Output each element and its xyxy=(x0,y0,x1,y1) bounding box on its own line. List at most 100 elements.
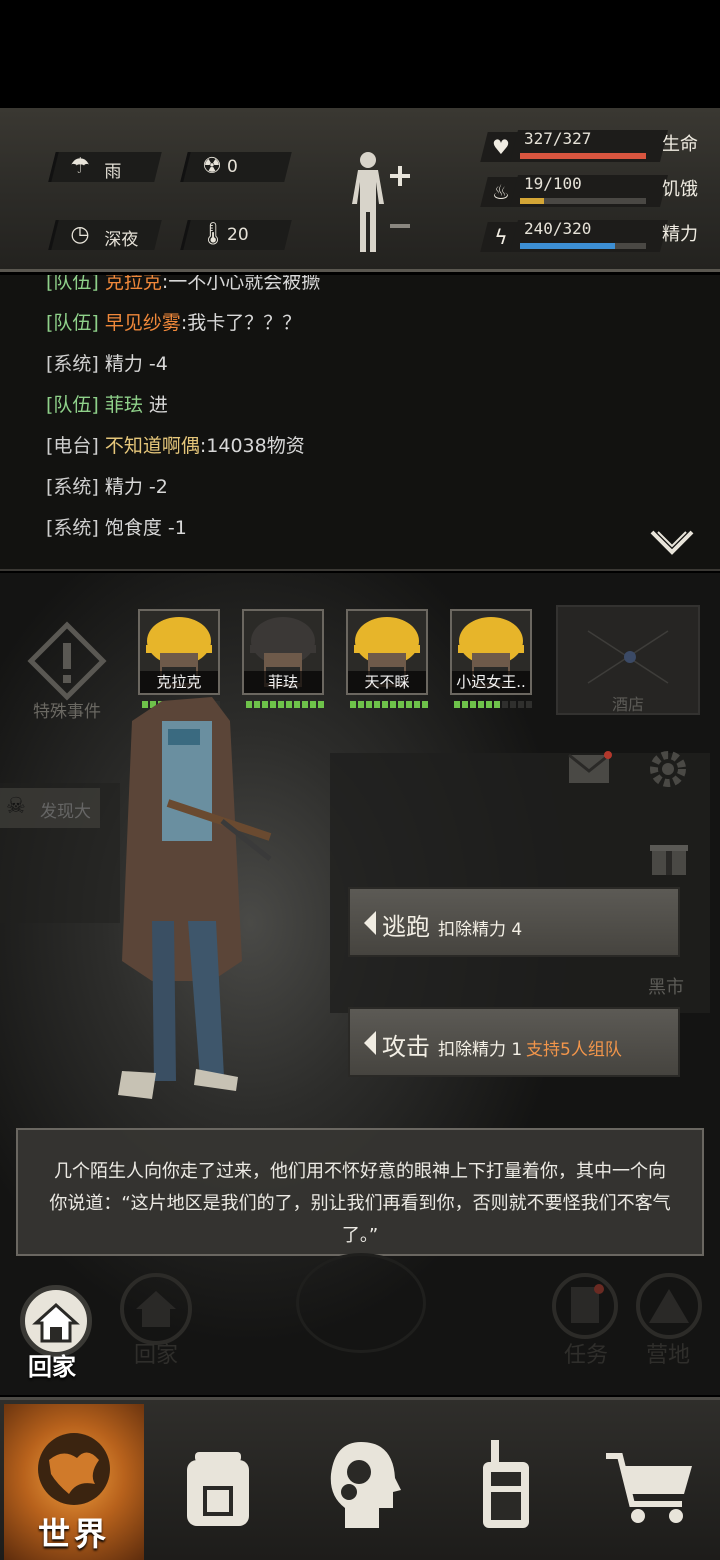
hp-segment xyxy=(318,701,324,708)
chat-channel: [系统] xyxy=(46,517,99,539)
task-label: 任务 xyxy=(564,1343,609,1368)
task-button[interactable] xyxy=(552,1273,618,1339)
stat-label: 精力 xyxy=(662,224,698,245)
hp-segment xyxy=(470,701,476,708)
hp-segment xyxy=(382,701,388,708)
rain-cloud-icon: ☂ xyxy=(70,154,90,179)
chat-sender[interactable]: 早见纱雾 xyxy=(105,312,181,334)
hp-segment xyxy=(398,701,404,708)
hp-segment xyxy=(310,701,316,708)
home-secondary-label: 回家 xyxy=(134,1343,179,1368)
event-description: 几个陌生人向你走了过来，他们用不怀好意的眼神上下打量着你，其中一个向你说道：“这… xyxy=(16,1128,704,1256)
time-indicator: ◷ 深夜 xyxy=(48,220,162,250)
member-hp-bar xyxy=(350,701,428,708)
attack-button[interactable]: 攻击 扣除精力 1 支持5人组队 xyxy=(348,1007,680,1077)
chat-message: 精力 -2 xyxy=(104,476,168,498)
stat-label: 生命 xyxy=(662,134,698,155)
member-name: 小迟女王.. xyxy=(452,671,530,693)
chat-line: [队伍] 克拉克:一不小心就会被撅 xyxy=(46,275,320,294)
human-body-icon xyxy=(352,152,410,252)
tab-shop[interactable] xyxy=(580,1404,720,1560)
status-panel: ☂ 雨 ☢ 0 ◷ 深夜 🌡 20 ♥ 327/327 生命 ♨ 19/100 xyxy=(0,108,720,272)
chat-line: [系统] 饱食度 -1 xyxy=(46,513,187,540)
gift-button[interactable] xyxy=(648,835,690,877)
chat-line: [队伍] 早见纱雾:我卡了？？？ xyxy=(46,308,301,335)
stat-row: ♥ 327/327 生命 xyxy=(480,128,720,168)
chat-message: 进 xyxy=(142,394,168,416)
member-portrait: 天不睬 xyxy=(346,609,428,695)
home-secondary-button[interactable] xyxy=(120,1273,192,1345)
stat-value: 240/320 xyxy=(524,219,592,238)
tab-inventory[interactable] xyxy=(148,1404,288,1560)
weather-value: 雨 xyxy=(104,162,122,182)
chat-expand-button[interactable] xyxy=(648,526,696,562)
chat-line: [系统] 精力 -4 xyxy=(46,349,168,376)
stat-bar-fill xyxy=(520,243,615,249)
settings-button[interactable] xyxy=(644,745,692,793)
stat-bar-fill xyxy=(520,153,646,159)
skull-icon: ☠ xyxy=(6,794,26,819)
chat-line: [电台] 不知道啊偶:14038物资 xyxy=(46,431,305,458)
action-cost: 扣除精力 1 xyxy=(438,1040,523,1060)
flee-button[interactable]: 逃跑 扣除精力 4 xyxy=(348,887,680,957)
chat-message: :14038物资 xyxy=(199,435,305,457)
chat-sender[interactable]: 克拉克 xyxy=(105,275,162,293)
black-market-label[interactable]: 黑市 xyxy=(648,973,684,999)
stat-value: 19/100 xyxy=(524,174,582,193)
scroll-icon xyxy=(571,1284,604,1323)
action-note: 支持5人组队 xyxy=(526,1040,622,1060)
chat-channel: [队伍] xyxy=(46,275,99,293)
tavern-button[interactable]: 酒店 xyxy=(556,605,700,715)
team-member[interactable]: 小迟女王.. xyxy=(450,609,532,709)
chat-line: [队伍] 菲珐 进 xyxy=(46,390,168,417)
discover-banner[interactable]: ☠ 发现大 xyxy=(0,788,100,828)
hp-segment xyxy=(510,701,516,708)
hp-segment xyxy=(518,701,524,708)
gift-icon xyxy=(650,845,688,875)
tab-world[interactable]: 世界 xyxy=(4,1404,144,1560)
chat-channel: [系统] xyxy=(46,476,99,498)
hp-segment xyxy=(502,701,508,708)
player-character xyxy=(118,697,272,1099)
mail-button[interactable] xyxy=(566,749,614,789)
temperature-value: 20 xyxy=(227,225,249,245)
body-status-button[interactable] xyxy=(346,148,418,254)
stat-row: ϟ 240/320 精力 xyxy=(480,218,720,258)
map-icon xyxy=(587,630,669,684)
stat-bar-fill xyxy=(520,198,544,204)
time-value: 深夜 xyxy=(104,230,139,250)
stat-value: 327/327 xyxy=(524,129,592,148)
stat-label: 饥饿 xyxy=(662,179,698,200)
hp-segment xyxy=(366,701,372,708)
chat-sender[interactable]: 不知道啊偶 xyxy=(105,435,200,457)
action-title: 逃跑 xyxy=(382,913,430,941)
chat-log[interactable]: [队伍] 克拉克:一不小心就会被撅 [队伍] 早见纱雾:我卡了？？？ [系统] 精力… xyxy=(0,275,720,571)
member-hp-bar xyxy=(454,701,532,708)
chat-sender[interactable]: 菲珐 xyxy=(105,394,143,416)
hp-segment xyxy=(462,701,468,708)
gear-icon xyxy=(650,751,686,787)
tavern-label: 酒店 xyxy=(611,695,644,714)
hp-segment xyxy=(454,701,460,708)
stat-bar xyxy=(520,153,646,159)
radiation-value: 0 xyxy=(227,157,238,177)
hp-segment xyxy=(526,701,532,708)
shopping-cart-icon xyxy=(606,1452,692,1523)
tab-radio[interactable] xyxy=(436,1404,576,1560)
team-member[interactable]: 天不睬 xyxy=(346,609,428,709)
weather-indicator: ☂ 雨 xyxy=(48,152,162,182)
tab-skills[interactable] xyxy=(292,1404,432,1560)
hp-segment xyxy=(302,701,308,708)
encounter-scene: 特殊事件 ☠ 发现大 克拉克 菲珐 天不睬 小迟女王.. 酒店 黑市 逃跑 扣除… xyxy=(0,573,720,1395)
thermometer-icon: 🌡 xyxy=(199,222,227,247)
hp-segment xyxy=(294,701,300,708)
clock-icon: ◷ xyxy=(70,222,90,247)
globe-icon xyxy=(38,1432,110,1505)
chat-message: 精力 -4 xyxy=(104,353,168,375)
chat-message: 饱食度 -1 xyxy=(104,517,187,539)
mail-icon xyxy=(568,751,612,783)
stat-row: ♨ 19/100 饥饿 xyxy=(480,173,720,213)
hp-segment xyxy=(422,701,428,708)
chevron-down-icon xyxy=(650,530,694,555)
camp-button[interactable] xyxy=(636,1273,702,1339)
